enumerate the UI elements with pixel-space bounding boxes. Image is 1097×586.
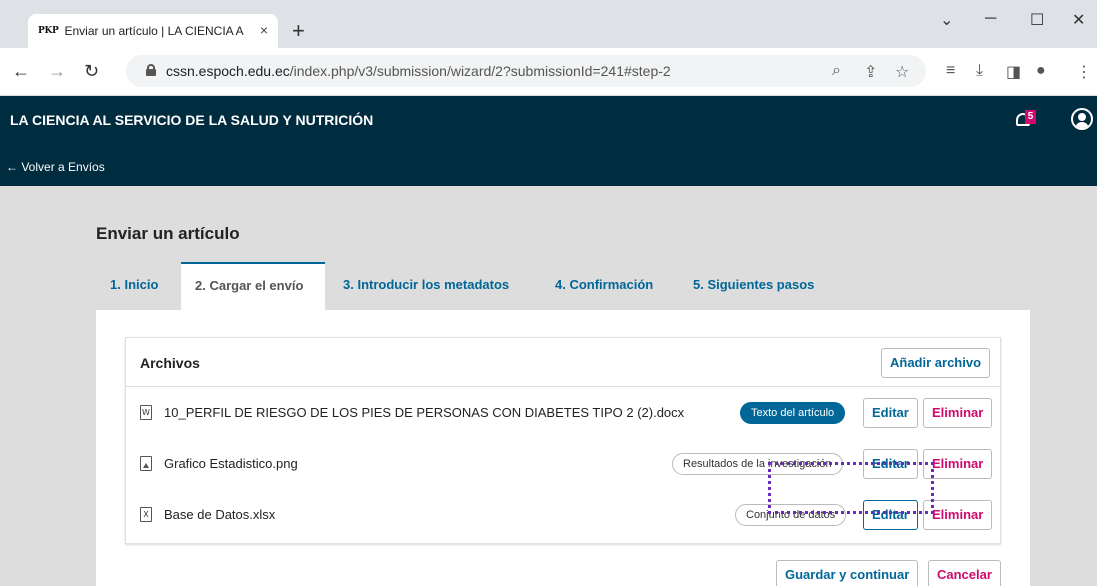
tab-close-icon[interactable]: × bbox=[260, 22, 268, 38]
tab-step-3[interactable]: 3. Introducir los metadatos bbox=[329, 262, 523, 310]
maximize-icon[interactable]: ☐ bbox=[1030, 10, 1044, 30]
lock-icon[interactable] bbox=[146, 64, 156, 76]
download-icon[interactable]: ⤓ bbox=[976, 62, 983, 80]
back-arrow-icon[interactable]: ← bbox=[12, 61, 30, 82]
step-panel: Archivos Añadir archivo W 10_PERFIL DE R… bbox=[96, 310, 1030, 586]
side-panel-icon[interactable]: ◨ bbox=[1006, 62, 1021, 82]
user-account-icon[interactable] bbox=[1071, 108, 1093, 130]
tab-step-5[interactable]: 5. Siguientes pasos bbox=[679, 262, 828, 310]
file-genre-badge[interactable]: Texto del artículo bbox=[740, 402, 846, 424]
browser-tab-title: Enviar un artículo | LA CIENCIA A bbox=[64, 24, 244, 38]
edit-file-button[interactable]: Editar bbox=[863, 398, 918, 428]
url-text: cssn.espoch.edu.ec/index.php/v3/submissi… bbox=[166, 63, 671, 79]
tab-step-1[interactable]: 1. Inicio bbox=[96, 262, 172, 310]
main-content: Enviar un artículo 1. Inicio 2. Cargar e… bbox=[0, 186, 1097, 586]
window-close-icon[interactable]: ✕ bbox=[1072, 10, 1085, 30]
cancel-button[interactable]: Cancelar bbox=[928, 560, 1001, 586]
tab-step-4[interactable]: 4. Confirmación bbox=[541, 262, 667, 310]
save-and-continue-button[interactable]: Guardar y continuar bbox=[776, 560, 919, 586]
address-bar[interactable]: cssn.espoch.edu.ec/index.php/v3/submissi… bbox=[126, 55, 926, 87]
page-title: Enviar un artículo bbox=[96, 224, 240, 243]
site-name[interactable]: LA CIENCIA AL SERVICIO DE LA SALUD Y NUT… bbox=[10, 112, 373, 128]
browser-tabstrip: PKP Enviar un artículo | LA CIENCIA A × … bbox=[0, 0, 1097, 48]
notifications-bell-icon[interactable]: 5 bbox=[1015, 110, 1036, 128]
app-header: LA CIENCIA AL SERVICIO DE LA SALUD Y NUT… bbox=[0, 96, 1097, 186]
minimize-icon[interactable]: ─ bbox=[985, 10, 996, 28]
save-button-highlight bbox=[768, 462, 934, 514]
tab-search-icon[interactable]: ⌄ bbox=[940, 10, 953, 30]
add-file-button[interactable]: Añadir archivo bbox=[881, 348, 991, 378]
file-name: Grafico Estadistico.png bbox=[164, 456, 298, 471]
share-icon[interactable]: ⇪ bbox=[864, 62, 877, 82]
excel-file-icon: X bbox=[140, 507, 152, 522]
reading-list-icon[interactable]: ≡ bbox=[946, 62, 955, 80]
new-tab-button[interactable]: + bbox=[292, 18, 305, 44]
pkp-favicon-icon: PKP bbox=[38, 26, 59, 36]
notification-badge: 5 bbox=[1025, 110, 1036, 124]
forward-arrow-icon[interactable]: → bbox=[48, 61, 66, 82]
word-file-icon: W bbox=[140, 405, 152, 420]
browser-toolbar: ← → ↻ cssn.espoch.edu.ec/index.php/v3/su… bbox=[0, 48, 1097, 96]
reload-icon[interactable]: ↻ bbox=[84, 61, 99, 82]
files-header: Archivos Añadir archivo bbox=[126, 338, 1000, 387]
zoom-icon[interactable]: ⌕ bbox=[832, 62, 841, 80]
menu-kebab-icon[interactable]: ⋮ bbox=[1076, 62, 1092, 82]
bookmark-star-icon[interactable]: ☆ bbox=[895, 62, 909, 82]
files-title: Archivos bbox=[140, 355, 200, 371]
back-to-submissions-link[interactable]: ← Volver a Envíos bbox=[6, 160, 105, 174]
file-name: 10_PERFIL DE RIESGO DE LOS PIES DE PERSO… bbox=[164, 405, 685, 420]
tab-step-2[interactable]: 2. Cargar el envío bbox=[181, 262, 325, 310]
profile-icon[interactable]: ● bbox=[1036, 62, 1046, 80]
browser-tab[interactable]: PKP Enviar un artículo | LA CIENCIA A × bbox=[28, 14, 278, 48]
file-row: W 10_PERFIL DE RIESGO DE LOS PIES DE PER… bbox=[126, 388, 1000, 438]
file-name: Base de Datos.xlsx bbox=[164, 507, 276, 522]
image-file-icon bbox=[140, 456, 152, 471]
delete-file-button[interactable]: Eliminar bbox=[923, 398, 993, 428]
